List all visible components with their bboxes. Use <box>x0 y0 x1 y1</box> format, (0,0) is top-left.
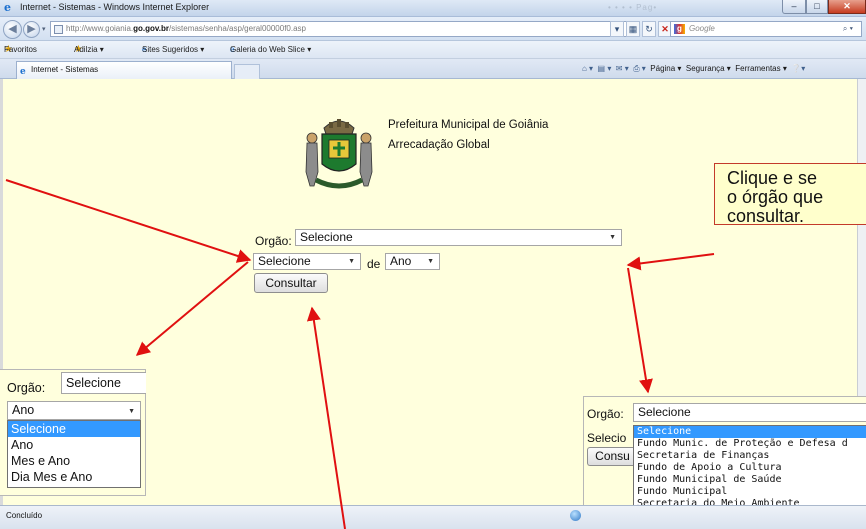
callout-line: Clique e se <box>727 168 818 188</box>
history-dropdown-icon[interactable]: ▾ <box>42 25 46 33</box>
print-icon[interactable]: ⎙ ▾ <box>633 64 646 73</box>
orgao-option-selected[interactable]: Selecione <box>634 426 866 438</box>
instruction-callout: Clique e se o órgão que consultar. <box>714 163 866 225</box>
minimize-button[interactable]: – <box>782 0 806 14</box>
page-icon <box>54 25 63 34</box>
home-icon[interactable]: ⌂ ▾ <box>582 64 593 73</box>
favorites-item-label: Sites Sugeridos ▾ <box>142 45 205 54</box>
window-title: Internet - Sistemas - Windows Internet E… <box>20 2 210 12</box>
mail-icon[interactable]: ✉ ▾ <box>616 64 629 73</box>
chevron-down-icon: ▾ <box>614 24 620 34</box>
compat-view-button[interactable]: ▦ <box>626 21 640 37</box>
compat-view-icon: ▦ <box>628 24 638 34</box>
internet-zone-icon <box>570 510 581 521</box>
periodo-options-list: Selecione Ano Mes e Ano Dia Mes e Ano <box>7 420 141 488</box>
chevron-down-icon: ▼ <box>427 258 434 265</box>
tab-title: Internet - Sistemas <box>31 65 99 74</box>
close-button[interactable]: ✕ <box>828 0 866 14</box>
inset-orgao-select[interactable]: Selecione <box>61 372 146 394</box>
window-title-faint: • • • • Pag• <box>608 3 658 12</box>
inset-partial-button[interactable]: Consu <box>587 447 637 466</box>
ie-logo-icon: e <box>4 1 11 14</box>
consultar-button[interactable]: Consultar <box>254 273 328 293</box>
url-domain: go.gov.br <box>133 24 170 33</box>
orgao-option[interactable]: Fundo Municipal de Saúde <box>634 474 866 486</box>
menu-pagina[interactable]: Página ▾ <box>650 64 681 73</box>
new-tab-button[interactable] <box>234 64 260 79</box>
url-input[interactable]: http://www.goiania.go.gov.br/sistemas/se… <box>50 21 630 37</box>
orgao-option[interactable]: Fundo de Apoio a Cultura <box>634 462 866 474</box>
page-subtitle: Arrecadação Global <box>388 139 490 151</box>
maximize-icon: □ <box>814 1 820 11</box>
periodo-dropdown-inset: Orgão: Selecione Ano ▼ Selecione Ano Mes… <box>0 369 146 496</box>
stop-icon: ✕ <box>661 24 669 34</box>
url-path: /sistemas/senha/asp/geral00000f0.asp <box>169 24 306 33</box>
maximize-button[interactable]: □ <box>806 0 828 14</box>
callout-line: consultar. <box>727 206 805 225</box>
chevron-down-icon: ▼ <box>128 408 135 415</box>
refresh-icon: ↻ <box>645 24 653 34</box>
search-icon[interactable]: ⌕ ▾ <box>843 22 853 36</box>
orgao-option[interactable]: Fundo Munic. de Proteção e Defesa d <box>634 438 866 450</box>
periodo-option-selected[interactable]: Selecione <box>8 421 140 437</box>
callout-line: o órgão que <box>727 187 824 207</box>
page-title: Prefeitura Municipal de Goiânia <box>388 119 549 131</box>
inset-orgao-label: Orgão: <box>7 381 46 395</box>
goiania-crest-icon <box>305 119 373 189</box>
inset-orgao-value: Selecione <box>638 405 691 419</box>
ie-tab-icon: e <box>20 67 26 77</box>
command-bar: ⌂ ▾ ▤ ▾ ✉ ▾ ⎙ ▾ Página ▾ Segurança ▾ Fer… <box>582 59 805 79</box>
help-icon[interactable]: ❔▾ <box>791 64 805 73</box>
search-placeholder: Google <box>689 24 715 33</box>
url-actions: ▾ ▦ ↻ ✕ <box>610 21 672 37</box>
forward-button[interactable]: ▶ <box>23 21 40 38</box>
window-controls: – □ ✕ <box>782 0 866 14</box>
inset-periodo-value: Ano <box>12 403 35 417</box>
chevron-down-icon: ▼ <box>609 234 616 241</box>
tab-internet-sistemas[interactable]: e Internet - Sistemas <box>16 61 232 79</box>
google-logo-icon: g <box>674 24 685 34</box>
close-icon: ✕ <box>843 1 851 11</box>
periodo-option[interactable]: Ano <box>8 437 140 453</box>
orgao-option[interactable]: Fundo Municipal <box>634 486 866 498</box>
orgao-label: Orgão: <box>255 234 292 248</box>
periodo-option[interactable]: Mes e Ano <box>8 453 140 469</box>
menu-ferramentas[interactable]: Ferramentas ▾ <box>735 64 787 73</box>
inset-periodo-select[interactable]: Ano ▼ <box>7 401 141 420</box>
refresh-button[interactable]: ↻ <box>642 21 656 37</box>
de-label: de <box>367 257 381 271</box>
inset-orgao-label: Orgão: <box>587 407 624 421</box>
minimize-icon: – <box>791 1 797 11</box>
menu-seguranca[interactable]: Segurança ▾ <box>686 64 731 73</box>
favorites-label: Favoritos <box>4 45 37 54</box>
status-text: Concluído <box>6 511 43 520</box>
back-arrow-icon: ◀ <box>8 23 17 35</box>
ano-select-value: Ano <box>390 254 412 268</box>
ano-select[interactable]: Ano ▼ <box>385 253 440 270</box>
title-bar: e Internet - Sistemas - Windows Internet… <box>0 0 866 17</box>
url-prefix: http://www.goiania. <box>66 24 134 33</box>
url-dropdown-button[interactable]: ▾ <box>610 21 624 37</box>
browser-window: e Internet - Sistemas - Windows Internet… <box>0 0 866 529</box>
chevron-down-icon: ▼ <box>348 258 355 265</box>
feeds-icon[interactable]: ▤ ▾ <box>598 64 612 73</box>
inset-partial-select: Selecio <box>587 431 627 445</box>
orgao-option[interactable]: Secretaria de Finanças <box>634 450 866 462</box>
status-bar: Concluído <box>0 505 866 529</box>
orgao-select[interactable]: Selecione ▼ <box>295 229 622 246</box>
inset-orgao-value: Selecione <box>66 376 121 390</box>
favorites-item-label: Adilzia ▾ <box>74 45 104 54</box>
forward-arrow-icon: ▶ <box>27 23 36 35</box>
periodo-option[interactable]: Dia Mes e Ano <box>8 469 140 485</box>
periodo-select[interactable]: Selecione ▼ <box>253 253 361 270</box>
back-button[interactable]: ◀ <box>3 20 22 39</box>
favorites-item-label: Galeria do Web Slice ▾ <box>230 45 312 54</box>
address-bar: ◀ ▶ ▾ http://www.goiania.go.gov.br/siste… <box>0 17 866 41</box>
inset-orgao-select[interactable]: Selecione <box>633 403 866 422</box>
search-input[interactable]: g Google ⌕ ▾ <box>670 21 862 37</box>
orgao-select-value: Selecione <box>300 230 353 244</box>
favorites-bar: ★ Favoritos ★ Adilzia ▾ e Sites Sugerido… <box>0 41 866 59</box>
periodo-select-value: Selecione <box>258 254 311 268</box>
